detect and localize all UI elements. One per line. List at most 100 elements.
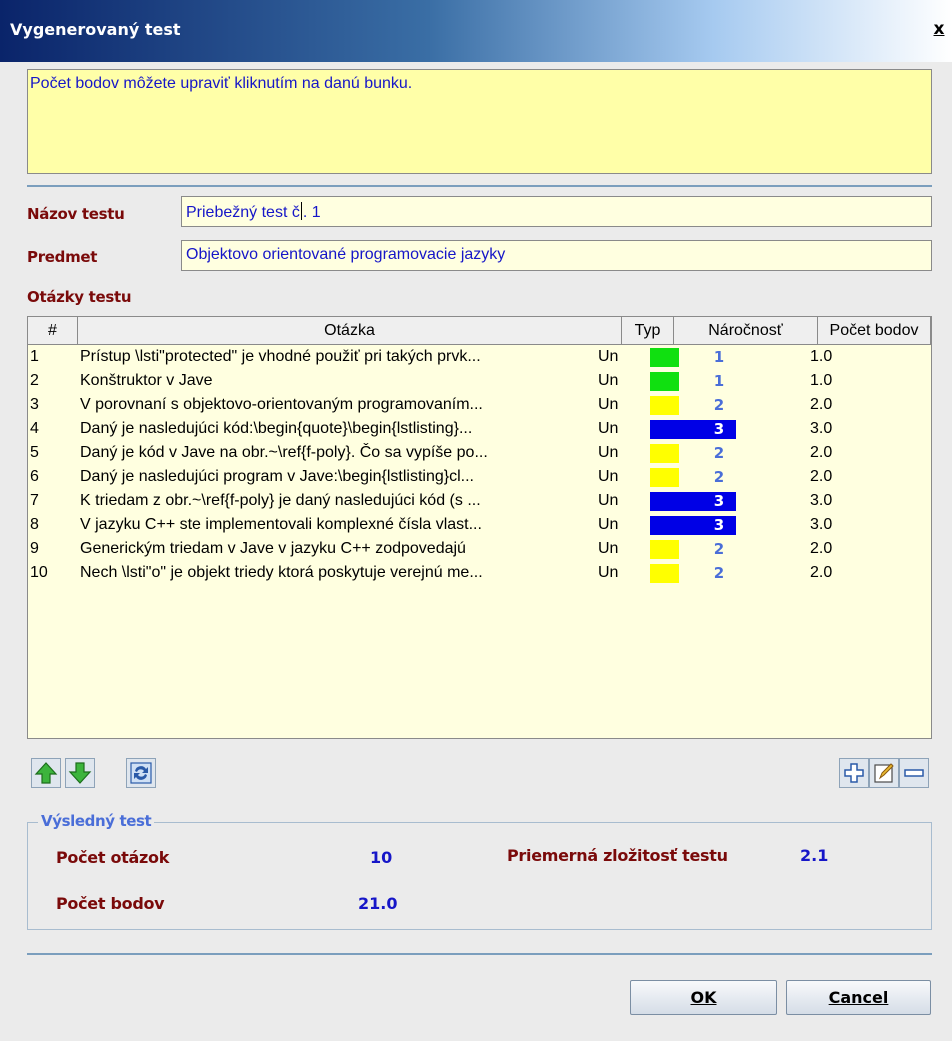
- cell-type: Un: [598, 540, 619, 557]
- cell-difficulty: 1: [713, 348, 725, 366]
- cell-points[interactable]: 3.0: [810, 417, 920, 441]
- table-row[interactable]: 6 Daný je nasledujúci program v Jave:\beg…: [28, 465, 931, 489]
- add-button[interactable]: [839, 758, 869, 788]
- refresh-icon: [130, 762, 152, 784]
- cell-num: 9: [30, 540, 39, 557]
- cell-type: Un: [598, 516, 619, 533]
- col-header-question[interactable]: Otázka: [78, 317, 622, 344]
- cell-num: 6: [30, 468, 39, 485]
- subject-input[interactable]: Objektovo orientované programovacie jazy…: [181, 240, 932, 271]
- move-up-button[interactable]: [31, 758, 61, 788]
- cell-type: Un: [598, 396, 619, 413]
- difficulty-bar: [650, 348, 679, 367]
- cell-question: Daný je nasledujúci kód:\begin{quote}\be…: [80, 420, 473, 437]
- avg-difficulty-value: 2.1: [800, 846, 829, 865]
- close-icon[interactable]: x: [928, 18, 950, 40]
- result-group-title: Výsledný test: [38, 812, 155, 830]
- cell-difficulty: 2: [713, 468, 725, 486]
- result-group: [27, 822, 932, 930]
- cell-num: 8: [30, 516, 39, 533]
- text-caret: [300, 202, 302, 220]
- table-row[interactable]: 3 V porovnaní s objektovo-orientovaným pr…: [28, 393, 931, 417]
- divider: [27, 185, 932, 187]
- difficulty-bar: [650, 564, 679, 583]
- cell-question: V jazyku C++ ste implementovali komplexn…: [80, 516, 482, 533]
- test-name-text-end: . 1: [302, 204, 321, 221]
- difficulty-bar: [650, 540, 679, 559]
- cell-type: Un: [598, 468, 619, 485]
- cell-difficulty: 3: [713, 492, 725, 510]
- col-header-points[interactable]: Počet bodov: [818, 317, 931, 344]
- cell-question: Prístup \lsti"protected" je vhodné použi…: [80, 348, 481, 365]
- edit-button[interactable]: [869, 758, 899, 788]
- cell-question: Konštruktor v Jave: [80, 372, 213, 389]
- table-row[interactable]: 2 Konštruktor v Jave Un 1 1.0: [28, 369, 931, 393]
- cell-difficulty: 3: [713, 516, 725, 534]
- cell-points[interactable]: 2.0: [810, 537, 920, 561]
- table-row[interactable]: 7 K triedam z obr.~\ref{f-poly} je daný n…: [28, 489, 931, 513]
- col-header-type[interactable]: Typ: [622, 317, 674, 344]
- info-message: Počet bodov môžete upraviť kliknutím na …: [27, 69, 932, 174]
- add-icon: [844, 763, 864, 783]
- cell-points[interactable]: 2.0: [810, 465, 920, 489]
- cell-num: 5: [30, 444, 39, 461]
- cell-points[interactable]: 2.0: [810, 441, 920, 465]
- points-total-label: Počet bodov: [56, 894, 165, 913]
- col-header-difficulty[interactable]: Náročnosť: [674, 317, 818, 344]
- col-header-num[interactable]: #: [28, 317, 78, 344]
- cell-points[interactable]: 3.0: [810, 513, 920, 537]
- cell-points[interactable]: 2.0: [810, 393, 920, 417]
- cell-points[interactable]: 3.0: [810, 489, 920, 513]
- cell-question: Daný je kód v Jave na obr.~\ref{f-poly}.…: [80, 444, 488, 461]
- remove-button[interactable]: [899, 758, 929, 788]
- cell-question: Nech \lsti"o" je objekt triedy ktorá pos…: [80, 564, 483, 581]
- cell-difficulty: 3: [713, 420, 725, 438]
- cell-difficulty: 2: [713, 396, 725, 414]
- difficulty-bar: [650, 396, 679, 415]
- test-name-text: Priebežný test č: [186, 204, 300, 221]
- cell-points[interactable]: 1.0: [810, 369, 920, 393]
- remove-icon: [904, 769, 924, 777]
- cell-question: Generickým triedam v Jave v jazyku C++ z…: [80, 540, 466, 557]
- table-row[interactable]: 9 Generickým triedam v Jave v jazyku C++ …: [28, 537, 931, 561]
- move-up-icon: [34, 762, 58, 784]
- table-row[interactable]: 1 Prístup \lsti"protected" je vhodné použ…: [28, 345, 931, 369]
- cell-type: Un: [598, 492, 619, 509]
- questions-table[interactable]: # Otázka Typ Náročnosť Počet bodov 1 Prís…: [27, 316, 932, 739]
- refresh-button[interactable]: [126, 758, 156, 788]
- cell-question: Daný je nasledujúci program v Jave:\begi…: [80, 468, 474, 485]
- table-row[interactable]: 8 V jazyku C++ ste implementovali komplex…: [28, 513, 931, 537]
- cell-difficulty: 2: [713, 540, 725, 558]
- edit-icon: [874, 763, 894, 783]
- cell-difficulty: 1: [713, 372, 725, 390]
- table-row[interactable]: 5 Daný je kód v Jave na obr.~\ref{f-poly}…: [28, 441, 931, 465]
- cell-num: 1: [30, 348, 39, 365]
- cell-points[interactable]: 2.0: [810, 561, 920, 585]
- table-row[interactable]: 10 Nech \lsti"o" je objekt triedy ktorá p…: [28, 561, 931, 585]
- cell-difficulty: 2: [713, 444, 725, 462]
- cell-num: 4: [30, 420, 39, 437]
- questions-label: Otázky testu: [27, 288, 132, 306]
- cell-type: Un: [598, 444, 619, 461]
- cancel-button[interactable]: Cancel: [786, 980, 931, 1015]
- difficulty-bar: [650, 468, 679, 487]
- divider: [27, 953, 932, 955]
- avg-difficulty-label: Priemerná zložitosť testu: [507, 846, 728, 865]
- points-total-value: 21.0: [358, 894, 398, 913]
- question-count-value: 10: [370, 848, 393, 867]
- table-row[interactable]: 4 Daný je nasledujúci kód:\begin{quote}\b…: [28, 417, 931, 441]
- subject-label: Predmet: [27, 248, 98, 266]
- move-down-button[interactable]: [65, 758, 95, 788]
- cell-points[interactable]: 1.0: [810, 345, 920, 369]
- cell-difficulty: 2: [713, 564, 725, 582]
- cell-type: Un: [598, 420, 619, 437]
- ok-button-label: OK: [690, 988, 717, 1007]
- cell-question: V porovnaní s objektovo-orientovaným pro…: [80, 396, 483, 413]
- test-name-label: Názov testu: [27, 205, 125, 223]
- window-title: Vygenerovaný test: [10, 20, 181, 39]
- cell-num: 3: [30, 396, 39, 413]
- cell-num: 7: [30, 492, 39, 509]
- ok-button[interactable]: OK: [630, 980, 777, 1015]
- table-header: # Otázka Typ Náročnosť Počet bodov: [28, 317, 931, 345]
- test-name-input[interactable]: Priebežný test č. 1: [181, 196, 932, 227]
